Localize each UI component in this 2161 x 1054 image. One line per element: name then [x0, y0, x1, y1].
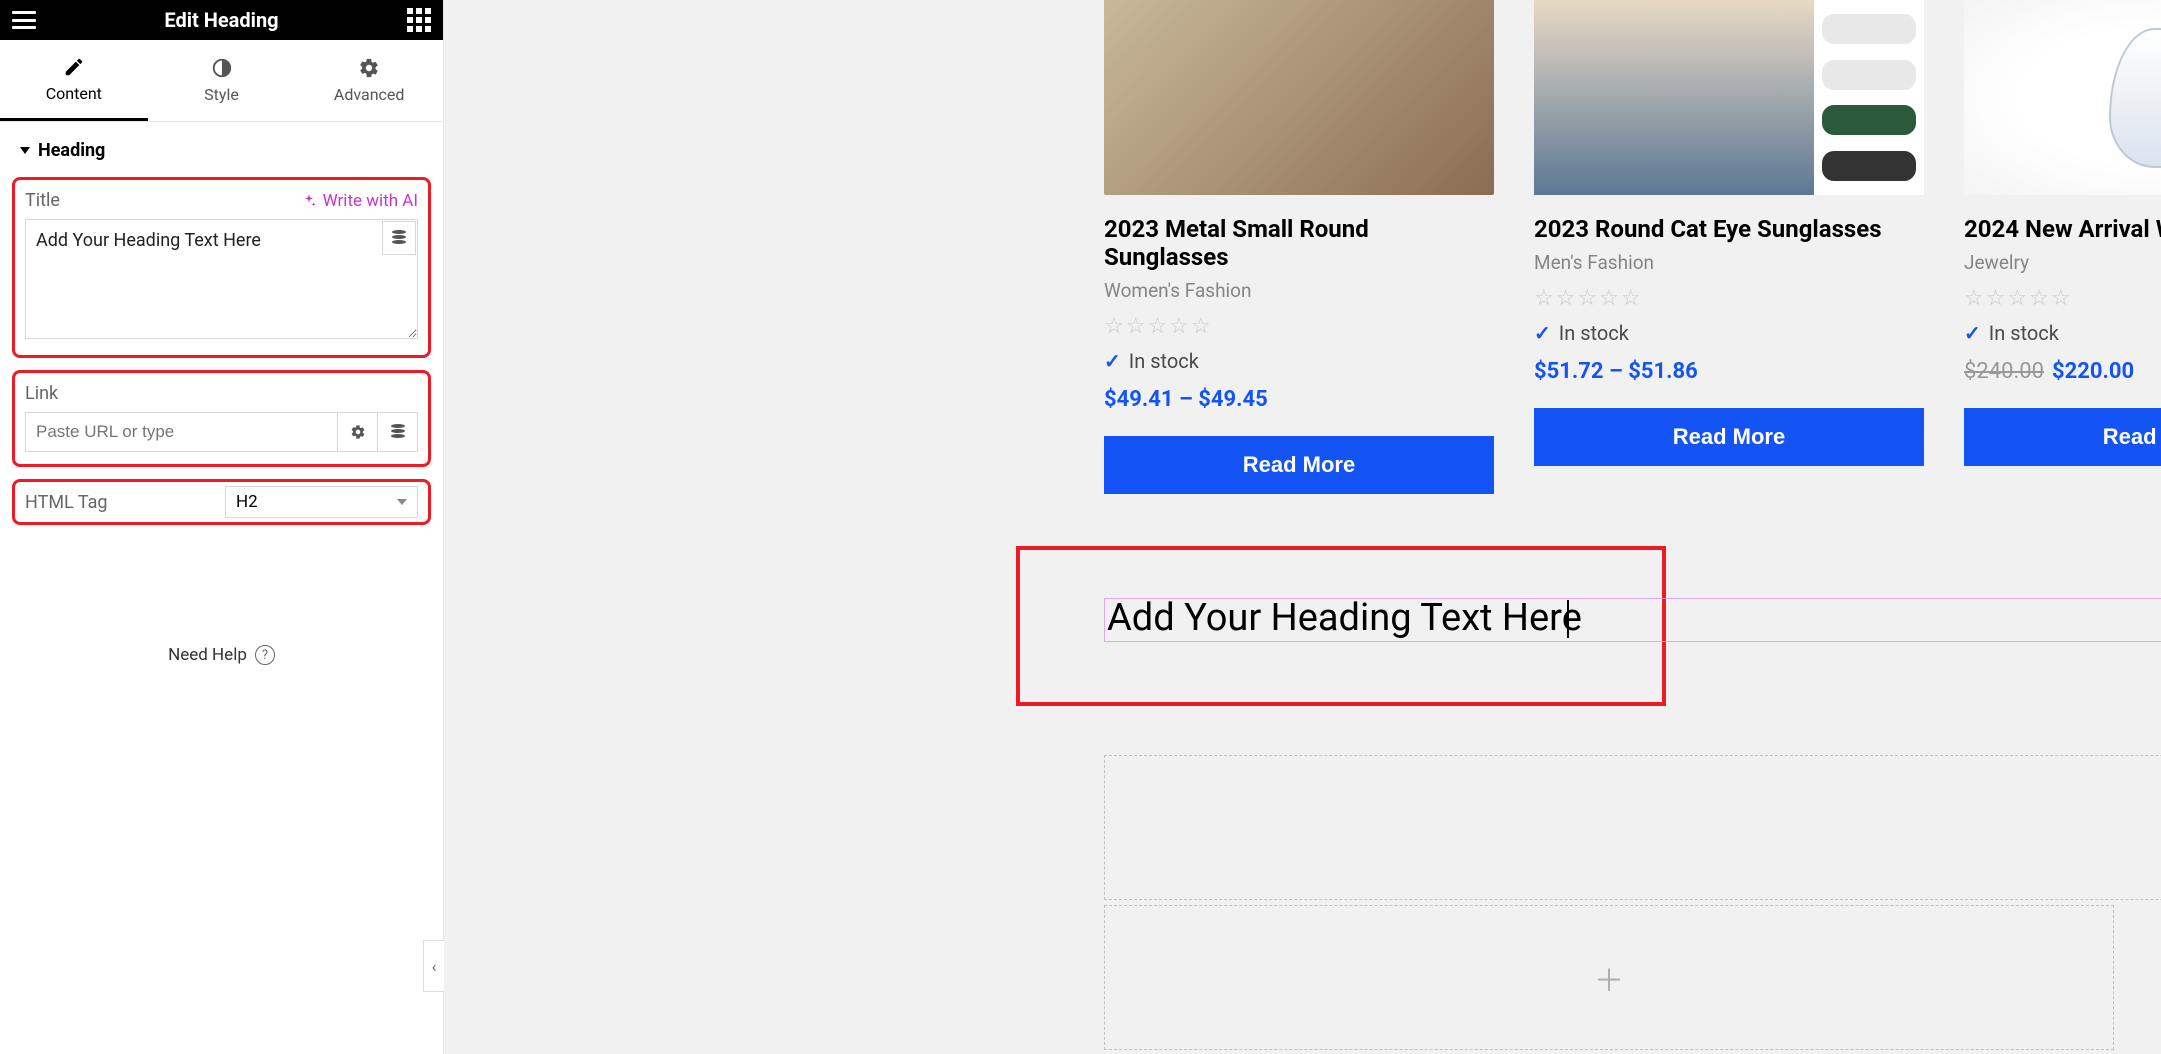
product-category[interactable]: Men's Fashion	[1534, 251, 1924, 274]
tab-content[interactable]: Content	[0, 40, 148, 121]
collapse-panel-button[interactable]: ‹	[423, 940, 445, 992]
check-icon: ✓	[1964, 321, 1981, 345]
read-more-button[interactable]: Read More	[1104, 436, 1494, 494]
read-more-button[interactable]: Read More	[1964, 408, 2161, 466]
gear-icon	[358, 57, 380, 79]
section-heading-label: Heading	[38, 140, 105, 161]
panel-title: Edit Heading	[164, 8, 278, 32]
caret-down-icon	[20, 147, 30, 154]
product-title[interactable]: 2023 Metal Small Round Sunglasses	[1104, 215, 1494, 271]
dynamic-tags-button[interactable]	[382, 221, 416, 255]
tab-advanced-label: Advanced	[334, 85, 405, 104]
product-image[interactable]	[1964, 0, 2161, 195]
editor-sidebar: Edit Heading Content Style Advanced Head…	[0, 0, 444, 1054]
chevron-down-icon	[397, 499, 407, 505]
tab-advanced[interactable]: Advanced	[295, 40, 443, 121]
product-image[interactable]	[1534, 0, 1924, 195]
plus-icon[interactable]: ＋	[1594, 956, 1624, 1000]
title-label: Title	[25, 190, 60, 211]
product-price: $51.72 – $51.86	[1534, 359, 1924, 384]
product-price: $240.00$220.00	[1964, 359, 2161, 384]
title-field-group: Title Write with AI	[12, 177, 431, 358]
tab-style-label: Style	[204, 85, 239, 104]
write-with-ai-label: Write with AI	[323, 191, 418, 211]
editor-canvas: 2023 Metal Small Round Sunglasses Women'…	[444, 0, 2161, 1054]
product-card: 2023 Round Cat Eye Sunglasses Men's Fash…	[1534, 0, 1924, 494]
product-rating: ☆☆☆☆☆	[1104, 314, 1494, 339]
link-url-input[interactable]	[25, 412, 338, 452]
product-card: 2024 New Arrival Whi Jewelry ☆☆☆☆☆ ✓In s…	[1964, 0, 2161, 494]
chevron-left-icon: ‹	[432, 957, 437, 976]
html-tag-label: HTML Tag	[25, 492, 225, 513]
contrast-icon	[211, 57, 233, 79]
widgets-grid-icon[interactable]	[407, 8, 431, 32]
link-field-group: Link	[12, 370, 431, 467]
product-image[interactable]	[1104, 0, 1494, 195]
pencil-icon	[63, 56, 85, 78]
link-options-button[interactable]	[338, 412, 378, 452]
database-icon	[392, 230, 406, 246]
section-toggle-heading[interactable]: Heading	[20, 140, 423, 161]
empty-section-dropzone[interactable]: ＋	[1104, 755, 2161, 900]
product-title[interactable]: 2023 Round Cat Eye Sunglasses	[1534, 215, 1924, 243]
editor-tabs: Content Style Advanced	[0, 40, 443, 122]
empty-column-dropzone[interactable]: ＋	[1104, 905, 2114, 1050]
text-cursor	[1567, 600, 1569, 638]
product-rating: ☆☆☆☆☆	[1534, 286, 1924, 311]
sidebar-header: Edit Heading	[0, 0, 443, 40]
read-more-button[interactable]: Read More	[1534, 408, 1924, 466]
product-category[interactable]: Jewelry	[1964, 251, 2161, 274]
database-icon	[391, 424, 405, 440]
hamburger-menu-icon[interactable]	[12, 11, 36, 29]
tab-style[interactable]: Style	[148, 40, 296, 121]
link-dynamic-button[interactable]	[378, 412, 418, 452]
product-card: 2023 Metal Small Round Sunglasses Women'…	[1104, 0, 1494, 494]
link-label: Link	[25, 383, 58, 404]
product-price: $49.41 – $49.45	[1104, 387, 1494, 412]
need-help-link[interactable]: Need Help ?	[0, 645, 443, 665]
html-tag-select[interactable]: H2	[225, 486, 418, 518]
product-stock: ✓In stock	[1534, 321, 1924, 345]
heading-editable-text[interactable]: Add Your Heading Text Here	[1107, 596, 1582, 640]
html-tag-field-group: HTML Tag H2	[12, 479, 431, 525]
need-help-label: Need Help	[168, 645, 247, 665]
check-icon: ✓	[1534, 321, 1551, 345]
help-icon: ?	[255, 645, 275, 665]
fields-container: Title Write with AI Link	[0, 169, 443, 545]
section-heading: Heading	[0, 122, 443, 169]
gear-icon	[350, 424, 366, 440]
product-stock: ✓In stock	[1104, 349, 1494, 373]
product-title[interactable]: 2024 New Arrival Whi	[1964, 215, 2161, 243]
product-category[interactable]: Women's Fashion	[1104, 279, 1494, 302]
tab-content-label: Content	[46, 84, 102, 103]
write-with-ai-button[interactable]: Write with AI	[301, 191, 418, 211]
sparkle-icon	[301, 193, 317, 209]
html-tag-value: H2	[236, 492, 258, 512]
product-stock: ✓In stock	[1964, 321, 2161, 345]
product-row: 2023 Metal Small Round Sunglasses Women'…	[1104, 0, 2161, 494]
check-icon: ✓	[1104, 349, 1121, 373]
title-textarea[interactable]	[25, 219, 418, 339]
product-rating: ☆☆☆☆☆	[1964, 286, 2161, 311]
